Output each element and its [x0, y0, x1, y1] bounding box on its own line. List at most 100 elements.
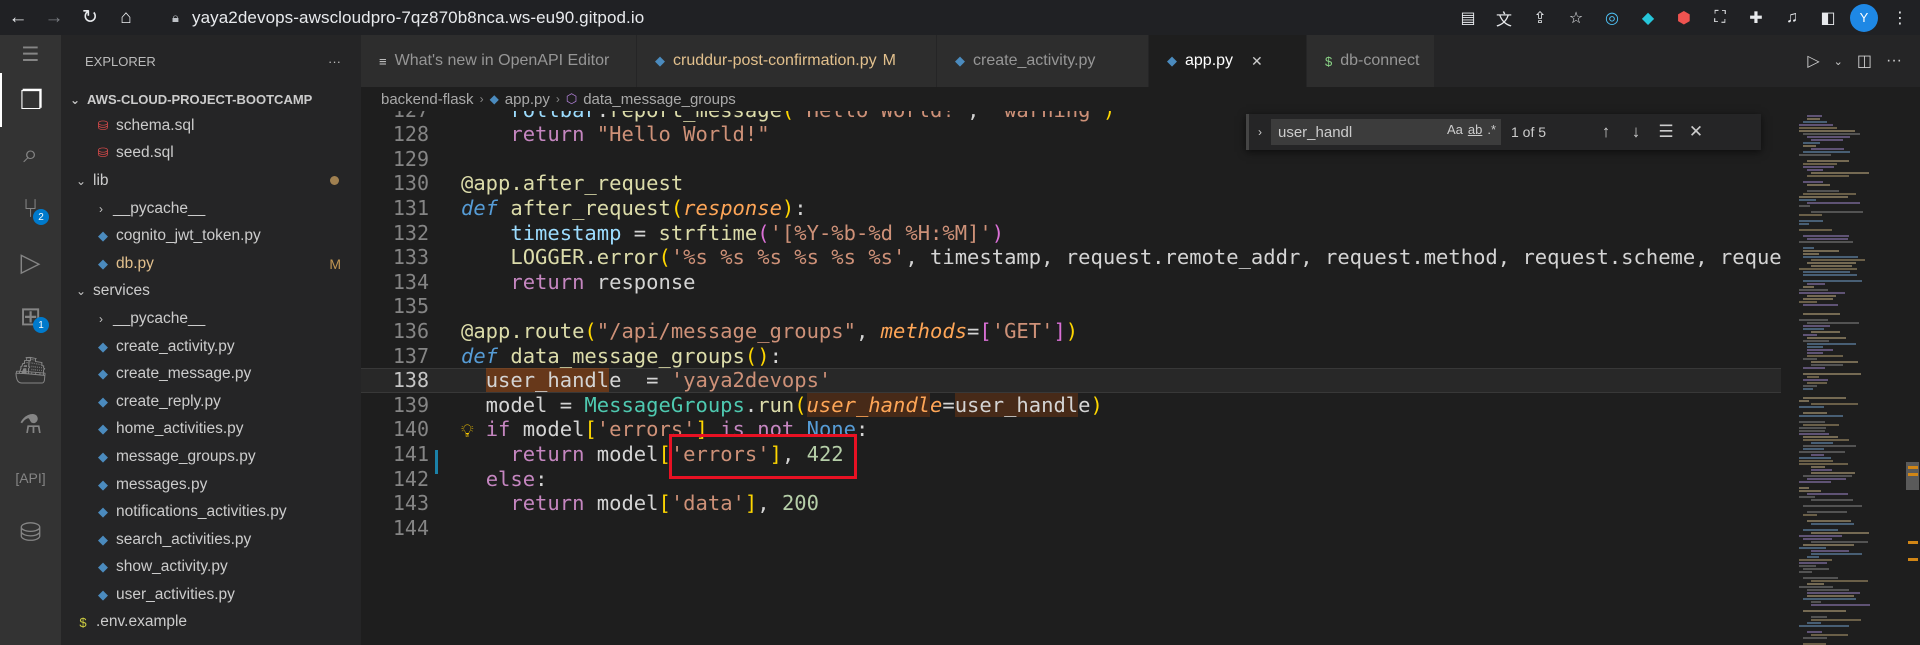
forward-icon[interactable]: → — [36, 0, 72, 35]
minimap-line — [1803, 637, 1827, 639]
breadcrumb-folder[interactable]: backend-flask — [381, 91, 474, 108]
tree-item[interactable]: ⌄ lib — [61, 167, 361, 195]
tree-item[interactable]: ◆ home_activities.py — [61, 416, 361, 444]
code-line[interactable]: 136 @app.route("/api/message_groups", met… — [361, 318, 1781, 343]
code-line[interactable]: 131 def after_request(response): — [361, 195, 1781, 220]
tree-item[interactable]: ◆ create_activity.py — [61, 333, 361, 361]
vertical-scrollbar[interactable] — [1905, 111, 1920, 645]
chevron-right-icon: › — [555, 92, 560, 106]
code-line[interactable]: 134 return response — [361, 269, 1781, 294]
breadcrumb-symbol[interactable]: data_message_groups — [583, 91, 736, 108]
extension-diamond-icon[interactable]: ◆ — [1634, 4, 1662, 32]
source-control-icon[interactable]: ⑂ 2 — [0, 181, 61, 235]
profile-avatar[interactable]: Y — [1850, 3, 1878, 32]
code-line[interactable]: 142 else: — [361, 466, 1781, 491]
match-case-toggle[interactable]: Aa — [1447, 122, 1463, 137]
code-line[interactable]: 140 if model['errors'] is not None: — [361, 417, 1781, 442]
tree-item[interactable]: ◆ messages.py — [61, 471, 361, 499]
find-input-wrapper[interactable]: Aa ab .* — [1271, 119, 1501, 145]
toggle-replace-chevron-icon[interactable]: › — [1249, 125, 1271, 139]
docker-icon[interactable]: ⛴ — [0, 343, 61, 397]
menu-kebab-icon[interactable]: ⋮ — [1886, 4, 1914, 32]
minimap-line — [1799, 406, 1824, 408]
run-play-icon[interactable]: ▷ — [1807, 51, 1819, 71]
tree-item[interactable]: ◆ cognito_jwt_token.py — [61, 222, 361, 250]
lock-icon: 🔒︎ — [172, 9, 179, 25]
next-match-arrow-down-icon[interactable]: ↓ — [1621, 122, 1651, 142]
clipboard-icon[interactable]: ▤ — [1454, 4, 1482, 32]
tree-item[interactable]: $ .env.example — [61, 609, 361, 637]
tree-item[interactable]: ◆ create_message.py — [61, 360, 361, 388]
media-icon[interactable]: ♫ — [1778, 4, 1806, 32]
editor-tab[interactable]: ◆ create_activity.py — [937, 35, 1149, 87]
code-line[interactable]: 137 def data_message_groups(): — [361, 343, 1781, 368]
tree-item[interactable]: ◆ message_groups.py — [61, 443, 361, 471]
tree-item[interactable]: › __pycache__ — [61, 305, 361, 333]
sidepanel-icon[interactable]: ◧ — [1814, 4, 1842, 32]
editor-tab[interactable]: $ db-connect — [1307, 35, 1435, 87]
match-whole-word-toggle[interactable]: ab — [1468, 122, 1482, 137]
database-icon[interactable]: ⛁ — [0, 505, 61, 559]
more-actions-icon[interactable]: ··· — [1886, 52, 1902, 70]
find-input[interactable] — [1278, 123, 1418, 141]
tree-item[interactable]: ⛁ schema.sql — [61, 112, 361, 140]
editor-tab[interactable]: ◆ cruddur-post-confirmation.py M — [637, 35, 937, 87]
extensions-icon[interactable]: ⊞ 1 — [0, 289, 61, 343]
breadcrumb-file[interactable]: app.py — [505, 91, 550, 108]
use-regex-toggle[interactable]: .* — [1487, 122, 1496, 137]
openapi-icon[interactable]: [API] — [0, 451, 61, 505]
hamburger-menu-icon[interactable]: ☰ — [0, 35, 61, 73]
tree-item[interactable]: ◆ show_activity.py — [61, 554, 361, 582]
url-text: yaya2devops-awscloudpro-7qz870b8nca.ws-e… — [192, 7, 645, 27]
code-line[interactable]: 141 return model['errors'], 422 — [361, 441, 1781, 466]
close-icon[interactable]: ✕ — [1251, 53, 1263, 70]
screenshot-icon[interactable]: ⛶ — [1706, 4, 1734, 32]
extension-shield-icon[interactable]: ⬢ — [1670, 4, 1698, 32]
python-file-icon: ◆ — [489, 92, 499, 106]
code-line[interactable]: 138 user_handle = 'yaya2devops' — [361, 367, 1781, 393]
code-line[interactable]: 144 — [361, 515, 1781, 540]
split-editor-icon[interactable]: ◫ — [1857, 51, 1872, 71]
minimap-line — [1807, 493, 1848, 495]
project-root[interactable]: ⌄ AWS-CLOUD-PROJECT-BOOTCAMP — [61, 87, 361, 112]
minimap[interactable] — [1781, 111, 1905, 645]
code-line[interactable]: 139 model = MessageGroups.run(user_handl… — [361, 392, 1781, 417]
code-line[interactable]: 135 — [361, 294, 1781, 319]
code-line[interactable]: 143 return model['data'], 200 — [361, 491, 1781, 516]
tree-item[interactable]: ◆ db.py M — [61, 250, 361, 278]
find-in-selection-icon[interactable]: ☰ — [1651, 122, 1681, 142]
code-editor[interactable]: 127 rollbar.report_message('Hello World!… — [361, 111, 1781, 645]
editor-tab[interactable]: ≡ What's new in OpenAPI Editor — [361, 35, 637, 87]
explorer-more-icon[interactable]: ··· — [328, 54, 341, 69]
tree-item[interactable]: ⛁ seed.sql — [61, 140, 361, 168]
extensions-puzzle-icon[interactable]: ✚ — [1742, 4, 1770, 32]
lightbulb-icon[interactable]: 💡︎ — [461, 421, 474, 442]
tree-item[interactable]: ⌄ services — [61, 278, 361, 306]
tree-item[interactable]: ◆ user_activities.py — [61, 581, 361, 609]
extension-ring-icon[interactable]: ◎ — [1598, 4, 1626, 32]
previous-match-arrow-up-icon[interactable]: ↑ — [1591, 122, 1621, 142]
tree-item[interactable]: › __pycache__ — [61, 195, 361, 223]
tree-item[interactable]: ◆ search_activities.py — [61, 526, 361, 554]
explorer-files-icon[interactable]: ❐ — [0, 73, 61, 127]
tree-item[interactable]: ◆ create_reply.py — [61, 388, 361, 416]
editor-tab[interactable]: ◆ app.py ✕ — [1149, 35, 1307, 87]
home-icon[interactable]: ⌂ — [108, 0, 144, 35]
translate-icon[interactable]: 文 — [1490, 4, 1518, 32]
tab-label: create_activity.py — [973, 52, 1096, 69]
bookmark-star-icon[interactable]: ☆ — [1562, 4, 1590, 32]
close-find-icon[interactable]: ✕ — [1681, 122, 1711, 142]
code-line[interactable]: 130 @app.after_request — [361, 171, 1781, 196]
back-icon[interactable]: ← — [0, 0, 36, 35]
tree-item[interactable]: ◆ notifications_activities.py — [61, 498, 361, 526]
chevron-down-icon: ⌄ — [75, 284, 87, 299]
search-icon[interactable]: ⌕ — [0, 127, 61, 181]
testing-flask-icon[interactable]: ⚗ — [0, 397, 61, 451]
reload-icon[interactable]: ↻ — [72, 0, 108, 35]
run-dropdown-chevron-icon[interactable]: ⌄ — [1834, 55, 1843, 68]
code-line[interactable]: 133 LOGGER.error('%s %s %s %s %s %s', ti… — [361, 245, 1781, 270]
share-icon[interactable]: ⇪ — [1526, 4, 1554, 32]
code-line[interactable]: 132 timestamp = strftime('[%Y-%b-%d %H:%… — [361, 220, 1781, 245]
extensions-row: ▤ 文 ⇪ ☆ ◎ ◆ ⬢ ⛶ ✚ ♫ ◧ Y ⋮ — [1454, 0, 1914, 35]
run-debug-icon[interactable]: ▷ — [0, 235, 61, 289]
